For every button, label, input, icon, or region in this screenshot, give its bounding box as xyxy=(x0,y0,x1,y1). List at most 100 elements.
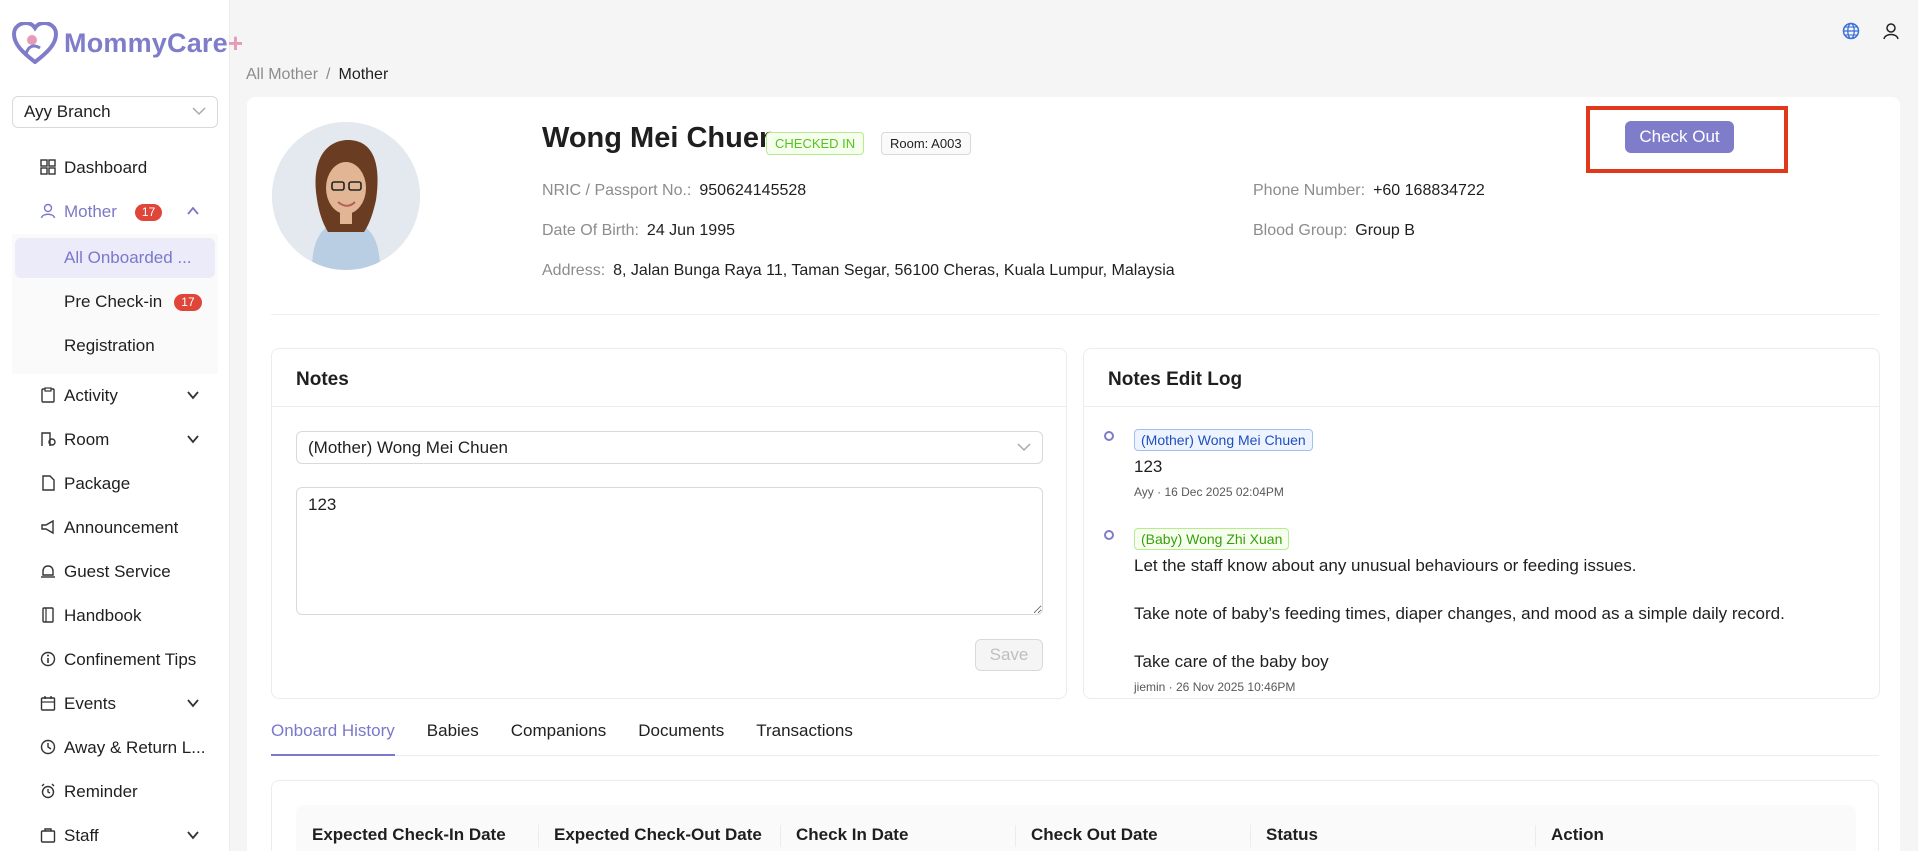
sidebar-subitem-pre-check-in[interactable]: Pre Check-in 17 xyxy=(15,282,215,322)
sidebar-item-mother[interactable]: Mother 17 xyxy=(12,190,218,234)
notes-textarea[interactable]: 123 xyxy=(296,487,1043,615)
chevron-down-icon xyxy=(187,435,199,444)
history-icon xyxy=(40,739,56,755)
sidebar-item-label: Confinement Tips xyxy=(64,650,197,669)
sidebar: MommyCare + Ayy Branch Dashboard Mother 1… xyxy=(0,0,243,851)
log-text-line: Let the staff know about any unusual beh… xyxy=(1134,556,1637,575)
notes-edit-log-title: Notes Edit Log xyxy=(1084,349,1879,407)
user-icon xyxy=(40,203,56,219)
log-entry: (Mother) Wong Mei Chuen 123 Ayy · 16 Dec… xyxy=(1104,429,1313,499)
column-header[interactable]: Action xyxy=(1535,805,1775,851)
sidebar-item-events[interactable]: Events xyxy=(12,682,218,726)
dob-value: 24 Jun 1995 xyxy=(646,222,735,239)
chevron-down-icon xyxy=(187,391,199,400)
blood-group-value: Group B xyxy=(1355,222,1415,239)
alarm-clock-icon xyxy=(41,783,55,799)
header-actions xyxy=(1842,22,1900,40)
sidebar-item-reminder[interactable]: Reminder xyxy=(12,770,218,814)
sidebar-subitem-label: Pre Check-in xyxy=(64,292,163,311)
timeline-dot xyxy=(1104,530,1114,540)
tab-transactions[interactable]: Transactions xyxy=(756,718,853,756)
column-header[interactable]: Status xyxy=(1250,805,1535,851)
onboard-history-table: Expected Check-In Date Expected Check-Ou… xyxy=(271,780,1879,851)
sidebar-item-activity[interactable]: Activity xyxy=(12,374,218,418)
section-divider xyxy=(271,314,1879,315)
profile-photo xyxy=(272,122,420,270)
sidebar-item-label: Staff xyxy=(64,826,99,845)
file-icon xyxy=(42,475,55,491)
log-text: 123 xyxy=(1134,457,1163,476)
sidebar-item-room[interactable]: Room xyxy=(12,418,218,462)
branch-select[interactable]: Ayy Branch xyxy=(12,96,218,128)
globe-icon[interactable] xyxy=(1842,22,1860,40)
status-badge: CHECKED IN xyxy=(766,132,865,155)
sidebar-item-announcement[interactable]: Announcement xyxy=(12,506,218,550)
sidebar-item-guest-service[interactable]: Guest Service xyxy=(12,550,218,594)
address-label: Address: xyxy=(542,262,606,279)
chevron-down-icon xyxy=(187,699,199,708)
tab-onboard-history[interactable]: Onboard History xyxy=(271,718,395,756)
log-text-line: Take note of baby’s feeding times, diape… xyxy=(1134,604,1785,623)
sidebar-subitem-all-onboarded[interactable]: All Onboarded ... xyxy=(15,238,215,278)
logo-plus: + xyxy=(227,27,244,58)
sidebar-nav: Dashboard Mother 17 All Onboarded ... Pr… xyxy=(12,146,218,851)
sidebar-item-label: Package xyxy=(64,474,131,493)
calendar-icon xyxy=(40,696,56,711)
info-icon xyxy=(40,651,56,667)
sidebar-item-label: Room xyxy=(64,430,110,449)
dob-field: Date Of Birth: 24 Jun 1995 xyxy=(542,222,735,240)
user-profile-icon[interactable] xyxy=(1882,22,1900,40)
sidebar-item-dashboard[interactable]: Dashboard xyxy=(12,146,218,190)
bell-icon xyxy=(41,565,55,578)
column-header[interactable]: Expected Check-In Date xyxy=(296,805,538,851)
notes-title: Notes xyxy=(272,349,1066,407)
column-header[interactable]: Check In Date xyxy=(780,805,1015,851)
tab-documents[interactable]: Documents xyxy=(638,718,724,756)
staff-icon xyxy=(40,828,56,843)
sidebar-item-label: Announcement xyxy=(64,518,179,537)
column-header[interactable]: Expected Check-Out Date xyxy=(538,805,780,851)
address-value: 8, Jalan Bunga Raya 11, Taman Segar, 561… xyxy=(613,262,1175,279)
heart-logo-icon xyxy=(12,22,58,64)
log-subject-tag: (Baby) Wong Zhi Xuan xyxy=(1134,528,1290,550)
sidebar-subitem-label: Registration xyxy=(64,336,155,355)
chevron-down-icon xyxy=(192,105,206,119)
notes-subject-select[interactable]: (Mother) Wong Mei Chuen xyxy=(296,431,1043,464)
log-entry: (Baby) Wong Zhi Xuan Let the staff know … xyxy=(1104,528,1785,694)
room-badge: Room: A003 xyxy=(881,132,971,155)
save-button[interactable]: Save xyxy=(975,639,1043,671)
sidebar-item-package[interactable]: Package xyxy=(12,462,218,506)
breadcrumb-separator: / xyxy=(326,66,331,83)
app-logo[interactable]: MommyCare + xyxy=(12,22,243,64)
mother-submenu: All Onboarded ... Pre Check-in 17 Registr… xyxy=(12,234,218,374)
branch-select-value: Ayy Branch xyxy=(24,102,111,121)
check-out-button[interactable]: Check Out xyxy=(1625,121,1734,153)
sidebar-item-label: Activity xyxy=(64,386,118,405)
count-badge: 17 xyxy=(174,293,202,311)
sidebar-item-handbook[interactable]: Handbook xyxy=(12,594,218,638)
sidebar-item-label: Away & Return L... xyxy=(64,738,206,757)
logo-text: MommyCare xyxy=(64,27,228,58)
nric-label: NRIC / Passport No.: xyxy=(542,182,692,199)
avatar xyxy=(272,122,420,270)
sidebar-item-label: Mother xyxy=(64,202,117,221)
sidebar-item-staff[interactable]: Staff xyxy=(12,814,218,851)
column-header[interactable]: Check Out Date xyxy=(1015,805,1250,851)
log-meta: Ayy · 16 Dec 2025 02:04PM xyxy=(1134,485,1284,499)
sidebar-item-away-return[interactable]: Away & Return L... xyxy=(12,726,218,770)
sidebar-subitem-registration[interactable]: Registration xyxy=(15,326,215,366)
room-icon xyxy=(41,432,56,446)
chevron-up-icon xyxy=(187,206,199,215)
breadcrumb-parent-link[interactable]: All Mother xyxy=(246,66,318,83)
sidebar-item-label: Handbook xyxy=(64,606,142,625)
blood-group-label: Blood Group: xyxy=(1253,222,1348,239)
sidebar-subitem-label: All Onboarded ... xyxy=(64,248,192,267)
sidebar-item-confinement-tips[interactable]: Confinement Tips xyxy=(12,638,218,682)
sidebar-item-label: Dashboard xyxy=(64,158,148,177)
tab-companions[interactable]: Companions xyxy=(511,718,606,756)
dashboard-icon xyxy=(40,159,56,175)
tab-babies[interactable]: Babies xyxy=(427,718,479,756)
address-field: Address: 8, Jalan Bunga Raya 11, Taman Se… xyxy=(542,262,1175,280)
nric-value: 950624145528 xyxy=(699,182,807,199)
breadcrumb: All Mother / Mother xyxy=(246,66,388,84)
